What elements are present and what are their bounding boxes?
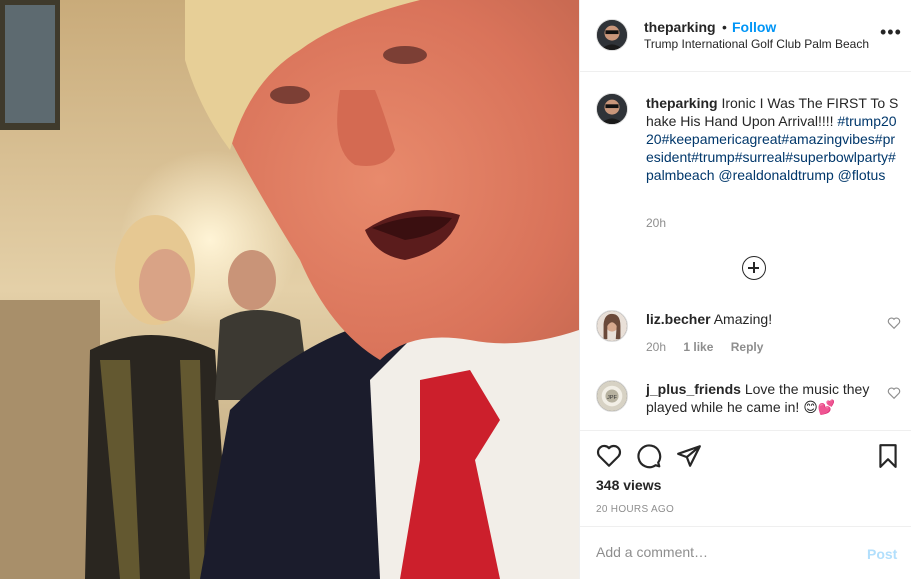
comment-body: Amazing! xyxy=(713,311,773,327)
caption-username[interactable]: theparking xyxy=(646,95,718,111)
comment-text: liz.becher Amazing! xyxy=(646,310,874,328)
comment-likes[interactable]: 1 like xyxy=(683,340,713,354)
location-link[interactable]: Trump International Golf Club Palm Beach xyxy=(644,37,869,51)
svg-text:JPF: JPF xyxy=(607,395,618,401)
view-count[interactable]: 348 views xyxy=(596,477,661,493)
comment-username[interactable]: liz.becher xyxy=(646,311,711,327)
add-comment-input[interactable] xyxy=(596,541,836,563)
post-actions: 348 views 20 HOURS AGO xyxy=(580,430,911,526)
like-heart-icon[interactable] xyxy=(596,443,622,469)
post-comment-button[interactable]: Post xyxy=(867,546,897,562)
header-separator: • xyxy=(722,19,727,35)
instagram-post-modal: theparking • Follow Trump International … xyxy=(0,0,911,579)
comment-like-heart-icon[interactable] xyxy=(887,386,901,400)
comment-time[interactable]: 20h xyxy=(646,340,666,354)
author-username[interactable]: theparking xyxy=(644,19,716,35)
video-frame xyxy=(0,0,579,579)
load-more-comments-icon[interactable] xyxy=(742,256,766,280)
caption-mentions[interactable]: @realdonaldtrump @flotus xyxy=(718,167,885,183)
caption-timestamp[interactable]: 20h xyxy=(646,216,666,230)
more-horizontal-icon[interactable]: ••• xyxy=(880,22,902,43)
commenter-avatar[interactable] xyxy=(596,310,628,342)
post-video[interactable] xyxy=(0,0,579,579)
author-avatar[interactable] xyxy=(596,19,628,51)
post-caption: theparking Ironic I Was The FIRST To Sha… xyxy=(646,94,902,184)
comment-text: j_plus_friends Love the music they playe… xyxy=(646,380,874,416)
post-side-panel: theparking • Follow Trump International … xyxy=(579,0,911,579)
caption-author-avatar[interactable] xyxy=(596,93,628,125)
post-header: theparking • Follow Trump International … xyxy=(580,0,911,72)
reply-button[interactable]: Reply xyxy=(731,340,764,354)
commenter-avatar[interactable]: JPF xyxy=(596,380,628,412)
post-timestamp[interactable]: 20 HOURS AGO xyxy=(596,504,674,515)
follow-button[interactable]: Follow xyxy=(732,19,776,35)
save-bookmark-icon[interactable] xyxy=(875,443,901,469)
comment-like-heart-icon[interactable] xyxy=(887,316,901,330)
share-paper-plane-icon[interactable] xyxy=(676,443,702,469)
comment-bubble-icon[interactable] xyxy=(636,443,662,469)
comment-composer: Post xyxy=(580,526,911,579)
comment-meta: 20h 1 like Reply xyxy=(646,340,777,354)
comment-username[interactable]: j_plus_friends xyxy=(646,381,741,397)
comments-area[interactable]: theparking Ironic I Was The FIRST To Sha… xyxy=(580,72,911,430)
